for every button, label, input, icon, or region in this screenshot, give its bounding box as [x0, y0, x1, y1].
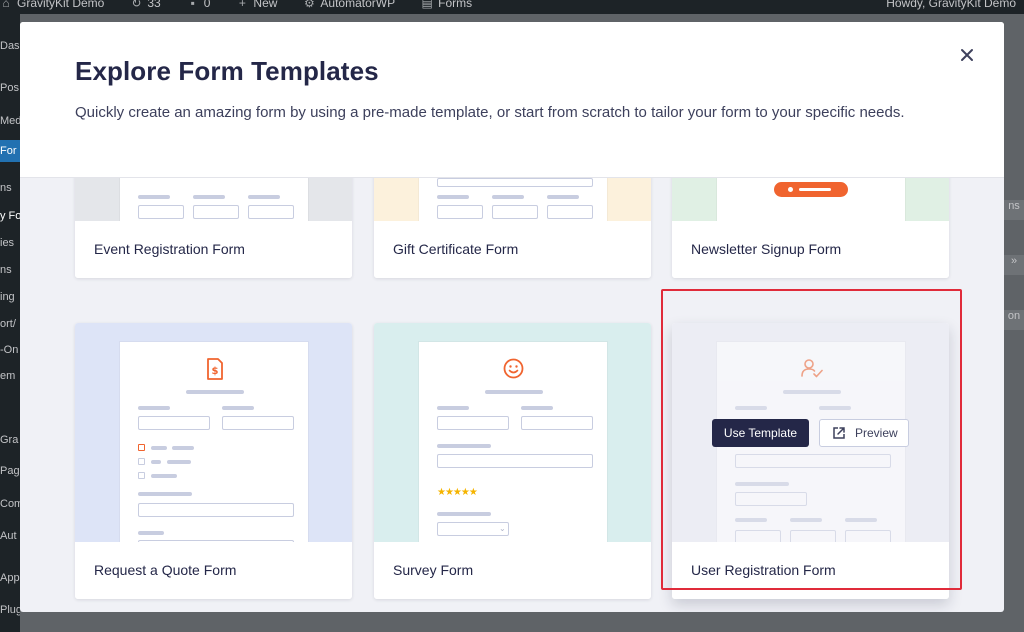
forms-link[interactable]: ▤ Forms — [421, 0, 472, 9]
forms-icon: ▤ — [421, 0, 433, 10]
templates-grid: Event Registration Form Gift Certificate… — [20, 178, 1004, 612]
wp-admin-bar: ⌂ GravityKit Demo ↻ 33 ▪ 0 + New ⚙ Autom… — [0, 0, 1024, 14]
smiley-icon — [503, 358, 524, 379]
sidebar-sub-item[interactable]: ing — [0, 291, 15, 303]
sidebar-sub-item[interactable]: em — [0, 370, 15, 382]
behind-fragment: ns — [1004, 200, 1024, 220]
sidebar-item-pages[interactable]: Pag — [0, 465, 20, 477]
template-thumbnail — [374, 178, 651, 221]
form-templates-modal: Explore Form Templates Quickly create an… — [20, 22, 1004, 612]
comment-icon: ▪ — [190, 0, 195, 10]
template-thumbnail — [672, 178, 949, 221]
automator-icon: ⚙ — [304, 0, 315, 10]
template-name: Gift Certificate Form — [374, 221, 651, 278]
sidebar-item-posts[interactable]: Pos — [0, 82, 19, 94]
modal-description: Quickly create an amazing form by using … — [75, 104, 905, 121]
howdy-account[interactable]: Howdy, GravityKit Demo — [886, 0, 1016, 10]
comments-count: 0 — [203, 0, 211, 10]
new-label: New — [253, 0, 278, 10]
template-name: Newsletter Signup Form — [672, 221, 949, 278]
sidebar-sub-item[interactable]: -On — [0, 344, 18, 356]
invoice-icon: $ — [207, 358, 223, 380]
template-name: Survey Form — [374, 542, 651, 599]
sidebar-item-automator[interactable]: Aut — [0, 530, 17, 542]
template-card-survey[interactable]: ★★★★★ ⌄ Survey Form — [374, 323, 651, 599]
sidebar-sub-item[interactable]: ns — [0, 182, 12, 194]
close-icon[interactable] — [958, 47, 976, 65]
automator-link[interactable]: ⚙ AutomatorWP — [303, 0, 395, 9]
template-card-request-quote[interactable]: $ Request a Quote Form — [75, 323, 352, 599]
behind-fragment: on — [1004, 310, 1024, 330]
template-name: Event Registration Form — [75, 221, 352, 278]
plus-icon: + — [238, 0, 246, 10]
template-thumbnail: $ — [75, 323, 352, 542]
form-preview — [120, 178, 308, 221]
automator-label: AutomatorWP — [320, 0, 396, 10]
template-card-gift-certificate[interactable]: Gift Certificate Form — [374, 178, 651, 278]
template-name: Request a Quote Form — [75, 542, 352, 599]
chevron-down-icon: ⌄ — [499, 524, 506, 533]
subscribe-button-preview — [774, 182, 848, 197]
template-thumbnail — [75, 178, 352, 221]
site-name-link[interactable]: ⌂ GravityKit Demo — [0, 0, 104, 9]
sidebar-item-media[interactable]: Med — [0, 115, 20, 127]
updates-count: 33 — [147, 0, 161, 10]
sidebar-sub-item[interactable]: ort/ — [0, 318, 16, 330]
form-preview — [717, 178, 905, 221]
forms-label: Forms — [438, 0, 473, 10]
form-preview — [419, 178, 607, 221]
home-icon: ⌂ — [2, 0, 10, 10]
sidebar-item-forms[interactable]: For — [0, 140, 20, 162]
sidebar-item-appearance[interactable]: App — [0, 572, 20, 584]
updates-link[interactable]: ↻ 33 — [130, 0, 160, 9]
sidebar-sub-item[interactable]: ies — [0, 237, 14, 249]
star-rating-preview: ★★★★★ — [437, 487, 478, 498]
wp-admin-sidebar: Das Pos Med For ns y Fo ies ns ing ort/ … — [0, 14, 20, 632]
sidebar-item-plugins[interactable]: Plugins 20 — [0, 604, 20, 616]
sidebar-sub-item[interactable]: ns — [0, 264, 12, 276]
site-name: GravityKit Demo — [17, 0, 105, 10]
form-preview: ★★★★★ ⌄ — [419, 342, 607, 542]
sidebar-sub-item[interactable]: y Fo — [0, 210, 20, 222]
template-card-newsletter-signup[interactable]: Newsletter Signup Form — [672, 178, 949, 278]
template-thumbnail: ★★★★★ ⌄ — [374, 323, 651, 542]
template-card-event-registration[interactable]: Event Registration Form — [75, 178, 352, 278]
new-content-link[interactable]: + New — [236, 0, 278, 10]
sidebar-item-comments[interactable]: Com — [0, 498, 20, 510]
svg-text:$: $ — [212, 366, 219, 377]
behind-fragment: » — [1004, 255, 1024, 275]
modal-header: Explore Form Templates Quickly create an… — [20, 22, 1004, 178]
sidebar-item-gravity[interactable]: Gra — [0, 434, 18, 446]
sidebar-item-plugins-label: Plugins — [0, 604, 20, 616]
updates-icon: ↻ — [131, 0, 142, 10]
sidebar-item-dashboard[interactable]: Das — [0, 40, 20, 52]
comments-link[interactable]: ▪ 0 — [187, 0, 211, 9]
selection-highlight — [661, 289, 962, 590]
form-preview: $ — [120, 342, 308, 542]
modal-title: Explore Form Templates — [75, 56, 379, 86]
